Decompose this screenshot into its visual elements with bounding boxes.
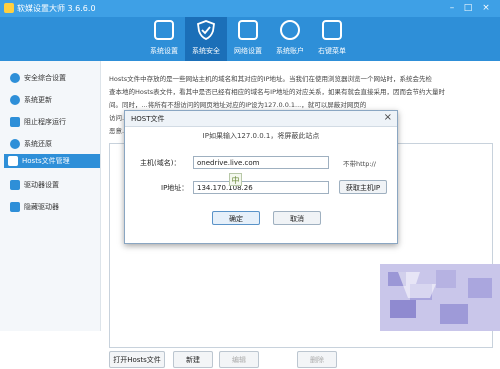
ip-label: IP地址： <box>161 184 189 192</box>
window-title: 软媒设置大师 3.6.6.0 <box>17 4 96 13</box>
description-line: Hosts文件中存放的是一些网站主机的域名和其对应的IP地址。当我们在使用浏览器… <box>109 75 433 83</box>
context-menu-icon <box>322 20 342 40</box>
toolbar-label: 网络设置 <box>234 47 262 55</box>
get-host-ip-button[interactable]: 获取主机IP <box>339 180 387 194</box>
block-icon <box>10 117 20 127</box>
sidebar-item-label: 系统更新 <box>24 96 52 104</box>
open-hosts-file-button[interactable]: 打开Hosts文件 <box>109 351 165 368</box>
maximize-icon[interactable]: □ <box>462 2 474 14</box>
refresh-icon <box>10 95 20 105</box>
main-toolbar: 系统设置 系统安全 网络设置 系统账户 右键菜单 <box>0 17 500 61</box>
toolbar-label: 系统账户 <box>276 47 304 55</box>
shield-icon <box>197 20 215 40</box>
sidebar-item-system-update[interactable]: 系统更新 <box>6 93 98 107</box>
network-icon <box>238 20 258 40</box>
shield-icon <box>10 73 20 83</box>
toolbar-system-settings[interactable]: 系统设置 <box>143 17 185 61</box>
edit-entry-button[interactable]: 编辑 <box>219 351 259 368</box>
drive-icon <box>10 180 20 190</box>
system-settings-icon <box>154 20 174 40</box>
dialog-tip: IP如果输入127.0.0.1，将屏蔽此站点 <box>202 132 320 140</box>
sidebar-item-security-settings[interactable]: 安全综合设置 <box>6 71 98 85</box>
description-line: 查本地的Hosts表文件，看其中是否已经有相应的域名与IP地址的对应关系，如果有… <box>109 88 446 96</box>
sidebar: 安全综合设置 系统更新 阻止程序运行 系统还原 Hosts文件管理 驱动器设置 … <box>0 61 101 331</box>
sidebar-item-label: 系统还原 <box>24 140 52 148</box>
sidebar-item-label: 隐藏驱动器 <box>24 203 59 211</box>
toolbar-label: 系统设置 <box>150 47 178 55</box>
sidebar-item-label: Hosts文件管理 <box>22 157 70 165</box>
restore-icon <box>10 139 20 149</box>
toolbar-network-settings[interactable]: 网络设置 <box>227 17 269 61</box>
new-entry-button[interactable]: 新建 <box>173 351 213 368</box>
cancel-button[interactable]: 取消 <box>273 211 321 225</box>
ime-indicator: 中 <box>229 173 242 186</box>
sidebar-item-system-restore[interactable]: 系统还原 <box>6 137 98 151</box>
host-label: 主机(域名)： <box>140 159 181 167</box>
host-file-dialog: HOST文件 × IP如果输入127.0.0.1，将屏蔽此站点 主机(域名)： … <box>124 110 398 244</box>
delete-entry-button[interactable]: 删除 <box>297 351 337 368</box>
sidebar-item-hosts[interactable]: Hosts文件管理 <box>4 154 100 168</box>
hidden-drive-icon <box>10 202 20 212</box>
user-account-icon <box>280 20 300 40</box>
title-bar: 软媒设置大师 3.6.6.0 – □ × <box>0 0 500 17</box>
sidebar-item-drive-settings[interactable]: 驱动器设置 <box>6 178 98 192</box>
sidebar-item-hide-drive[interactable]: 隐藏驱动器 <box>6 200 98 214</box>
close-icon[interactable]: × <box>480 2 492 14</box>
minimize-icon[interactable]: – <box>446 2 458 14</box>
toolbar-system-account[interactable]: 系统账户 <box>269 17 311 61</box>
host-input[interactable]: onedrive.live.com <box>193 156 329 169</box>
ok-button[interactable]: 确定 <box>212 211 260 225</box>
sidebar-item-label: 驱动器设置 <box>24 181 59 189</box>
toolbar-label: 右键菜单 <box>318 47 346 55</box>
toolbar-context-menu[interactable]: 右键菜单 <box>311 17 353 61</box>
sidebar-item-label: 安全综合设置 <box>24 74 66 82</box>
dialog-titlebar: HOST文件 × <box>125 111 397 127</box>
host-note: 不带http:// <box>343 160 376 168</box>
watermark-logo <box>380 264 500 331</box>
dialog-close-icon[interactable]: × <box>384 112 392 123</box>
app-logo-icon <box>4 3 14 13</box>
toolbar-label: 系统安全 <box>192 47 220 55</box>
ip-input[interactable]: 134.170.108.26 <box>193 181 329 194</box>
toolbar-system-security[interactable]: 系统安全 <box>185 17 227 61</box>
sidebar-item-block-program[interactable]: 阻止程序运行 <box>6 115 98 129</box>
sidebar-item-label: 阻止程序运行 <box>24 118 66 126</box>
dialog-title: HOST文件 <box>131 115 165 123</box>
hosts-file-icon <box>8 156 18 166</box>
